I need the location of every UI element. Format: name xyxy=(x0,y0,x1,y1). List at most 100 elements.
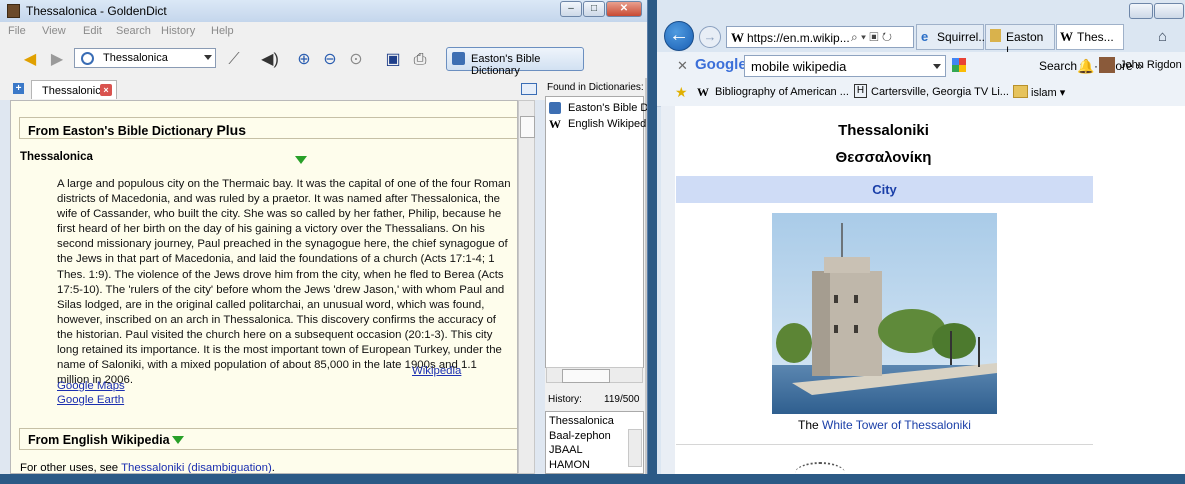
back-arrow-icon[interactable]: ◀ xyxy=(20,50,40,70)
search-input[interactable]: Thessalonica xyxy=(103,52,168,64)
found-list-scrollbar[interactable] xyxy=(546,367,643,383)
print-icon[interactable]: ⎙ xyxy=(410,50,430,70)
collapse-triangle-icon[interactable] xyxy=(295,156,307,164)
minimize-button[interactable] xyxy=(1129,3,1153,19)
disambiguation-note: For other uses, see Thessaloniki (disamb… xyxy=(20,462,275,473)
maximize-button[interactable] xyxy=(1154,3,1184,19)
bell-icon[interactable]: 🔔 xyxy=(1077,58,1094,75)
google-search-box[interactable]: mobile wikipedia xyxy=(744,55,946,77)
google-search-input[interactable]: mobile wikipedia xyxy=(751,59,846,74)
chevron-down-icon[interactable] xyxy=(933,64,941,69)
close-toolbar-icon[interactable]: ✕ xyxy=(677,58,688,74)
forward-arrow-icon[interactable]: ▶ xyxy=(47,50,67,70)
white-tower-link[interactable]: White Tower of Thessaloniki xyxy=(822,418,971,432)
address-bar[interactable]: W https://en.m.wikip... ⌕ ▾ ▣ ↻ xyxy=(726,26,914,48)
section-header-wikipedia[interactable]: From English Wikipedia xyxy=(19,428,517,450)
found-item-wikipedia[interactable]: English Wikiped xyxy=(568,118,646,130)
tab-list-icon[interactable] xyxy=(521,83,537,95)
headword: Thessalonica xyxy=(20,151,93,163)
ie-tab-icon: e xyxy=(921,29,929,44)
chevron-down-icon[interactable] xyxy=(204,55,212,60)
tab-thessalonica[interactable]: Thessalonica × xyxy=(31,80,117,99)
forward-button[interactable]: → xyxy=(699,26,721,48)
dictionary-group-button[interactable]: Easton's Bible Dictionary xyxy=(446,47,584,77)
search-icon xyxy=(81,52,94,65)
history-items: Thessalonica Baal-zephon JBAAL HAMON xyxy=(549,414,614,472)
section-header-easton[interactable]: From Easton's Bible Dictionary Plus xyxy=(19,117,517,139)
google-maps-link[interactable]: Google Maps xyxy=(57,380,125,392)
folder-icon xyxy=(1013,85,1028,98)
wikipedia-icon: W xyxy=(1060,29,1073,44)
goldendict-window: Thessalonica - GoldenDict – □ ✕ File Vie… xyxy=(0,0,648,474)
address-icons[interactable]: ⌕ ▾ ▣ ↻ xyxy=(851,30,892,45)
found-list: Easton's Bible D W English Wikiped xyxy=(545,96,647,368)
history-item[interactable]: Thessalonica xyxy=(549,414,614,429)
scrollbar-thumb[interactable] xyxy=(562,369,610,383)
zoom-in-icon[interactable]: ⊕ xyxy=(294,50,314,70)
back-button[interactable]: ← xyxy=(664,21,694,51)
history-item[interactable]: JBAAL xyxy=(549,443,614,458)
article-scrollbar[interactable] xyxy=(518,100,535,474)
google-earth-link[interactable]: Google Earth xyxy=(57,394,124,406)
home-icon[interactable]: ⌂ xyxy=(1158,28,1167,45)
history-item[interactable]: Baal-zephon xyxy=(549,429,614,444)
save-icon[interactable]: ▣ xyxy=(383,50,403,70)
history-item[interactable]: HAMON xyxy=(549,458,614,473)
close-tab-icon[interactable]: × xyxy=(100,84,112,96)
wikipedia-link[interactable]: Wikipedia xyxy=(412,365,461,377)
address-input[interactable]: https://en.m.wikip... xyxy=(747,31,850,45)
menu-view[interactable]: View xyxy=(42,25,66,37)
menu-search[interactable]: Search xyxy=(116,25,151,37)
divider xyxy=(676,444,1093,445)
maximize-button[interactable]: □ xyxy=(583,1,605,17)
favorite-islam[interactable]: islam ▾ xyxy=(1031,86,1065,99)
favorite-cartersville[interactable]: Cartersville, Georgia TV Li... xyxy=(871,86,1009,98)
new-tab-icon[interactable]: + xyxy=(13,83,24,94)
menu-file[interactable]: File xyxy=(8,25,26,37)
zoom-out-icon[interactable]: ⊖ xyxy=(320,50,340,70)
search-combobox[interactable]: Thessalonica xyxy=(74,48,216,68)
favorite-bibliography[interactable]: Bibliography of American ... xyxy=(715,86,849,98)
found-title: Found in Dictionaries: xyxy=(547,82,644,93)
page-icon xyxy=(990,29,1001,42)
disambiguation-link[interactable]: Thessaloniki (disambiguation) xyxy=(121,462,272,473)
menu-history[interactable]: History xyxy=(161,25,195,37)
tab-squirrel[interactable]: e Squirrel... xyxy=(916,24,988,50)
title-bar: Thessalonica - GoldenDict – □ ✕ xyxy=(0,0,647,22)
found-item-easton[interactable]: Easton's Bible D xyxy=(568,102,647,114)
tab-thessaloniki[interactable]: W Thes... xyxy=(1056,24,1124,50)
white-tower-image[interactable] xyxy=(772,213,997,414)
magic-wand-icon[interactable]: ⟋ xyxy=(224,50,244,70)
history-label: History: xyxy=(548,394,582,405)
article-view: From Easton's Bible Dictionary Plus Thes… xyxy=(10,100,518,474)
section-title-suffix: Plus xyxy=(216,122,247,138)
infobox-type-row: City xyxy=(676,176,1093,203)
site-favicon-icon: W xyxy=(731,30,744,45)
favorites-star-icon[interactable]: ★ xyxy=(675,84,688,101)
menu-help[interactable]: Help xyxy=(211,25,234,37)
history-count: 119/500 xyxy=(604,394,640,405)
zoom-reset-icon[interactable]: ⊙ xyxy=(346,50,366,70)
minimize-button[interactable]: – xyxy=(560,1,582,17)
page-title-greek: Θεσσαλονίκη xyxy=(835,149,932,166)
section-title: From Easton's Bible Dictionary xyxy=(28,124,213,138)
page-h-icon: H xyxy=(854,84,867,98)
close-button[interactable]: ✕ xyxy=(606,1,642,17)
scrollbar-thumb[interactable] xyxy=(520,116,535,138)
favorite-islam-label: islam xyxy=(1031,87,1057,99)
type-label: City xyxy=(872,182,897,197)
user-name[interactable]: John Rigdon xyxy=(1120,59,1182,71)
history-list: Thessalonica Baal-zephon JBAAL HAMON xyxy=(545,411,644,474)
menu-bar: File View Edit Search History Help xyxy=(0,22,647,40)
collapse-triangle-icon[interactable] xyxy=(172,436,184,444)
page-title: Thessaloniki xyxy=(838,122,929,139)
tab-label: Thessalonica xyxy=(42,85,107,97)
google-search-icon xyxy=(952,58,966,72)
speaker-icon[interactable]: ◀) xyxy=(260,50,280,70)
tab-easton[interactable]: Easton |... xyxy=(985,24,1055,58)
menu-edit[interactable]: Edit xyxy=(83,25,102,37)
app-icon xyxy=(7,4,20,18)
dictionary-icon xyxy=(452,52,465,65)
history-scrollbar[interactable] xyxy=(628,429,642,467)
avatar[interactable] xyxy=(1099,57,1115,73)
